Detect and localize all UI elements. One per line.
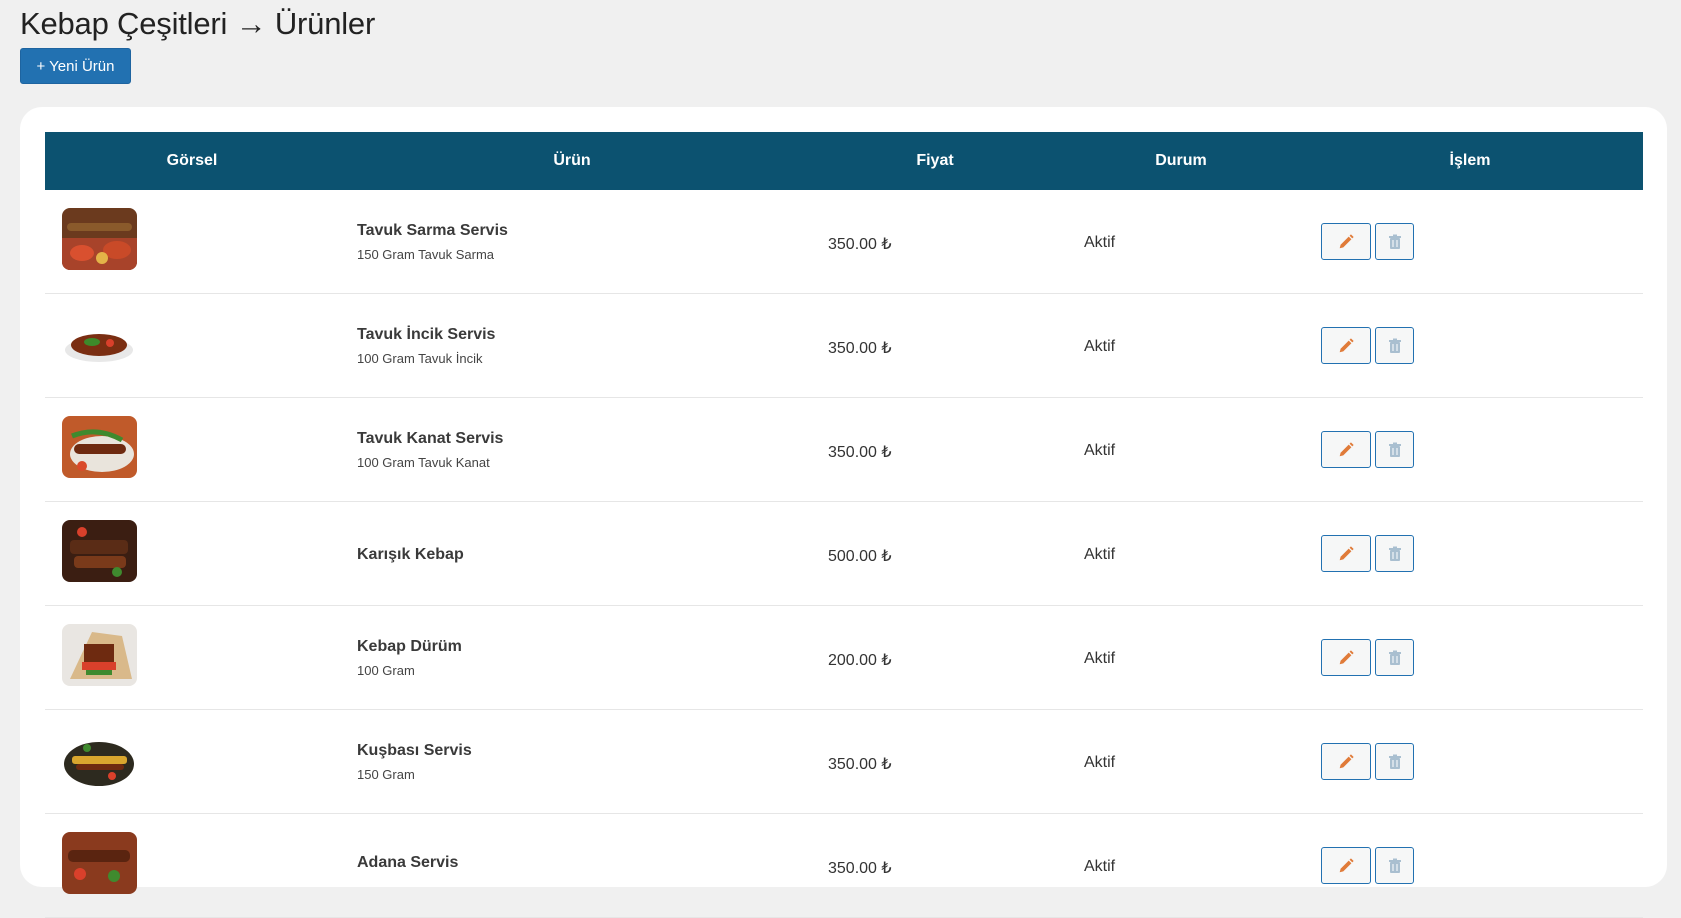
delete-button[interactable]: [1375, 431, 1414, 468]
edit-button[interactable]: [1321, 535, 1371, 572]
product-status: Aktif: [1084, 546, 1116, 563]
edit-button[interactable]: [1321, 431, 1371, 468]
table-row: Kuşbası Servis 150 Gram 350.00 ₺ Aktif: [45, 710, 1643, 814]
product-status: Aktif: [1084, 754, 1116, 771]
product-status: Aktif: [1084, 650, 1116, 667]
pencil-icon: [1339, 337, 1354, 352]
product-name: Adana Servis: [357, 854, 459, 871]
trash-icon: [1388, 754, 1401, 769]
product-image: [62, 624, 137, 686]
product-price: 350.00 ₺: [828, 860, 892, 877]
trash-icon: [1388, 442, 1401, 457]
pencil-icon: [1339, 233, 1354, 248]
table-row: Tavuk İncik Servis 100 Gram Tavuk İncik …: [45, 294, 1643, 398]
header-status: Durum: [1155, 152, 1207, 169]
header-image: Görsel: [166, 152, 218, 169]
pencil-icon: [1339, 545, 1354, 560]
product-price: 350.00 ₺: [828, 340, 892, 357]
product-image: [62, 312, 137, 374]
product-price: 350.00 ₺: [828, 236, 892, 253]
header-price: Fiyat: [916, 152, 954, 169]
pencil-icon: [1339, 441, 1354, 456]
product-image: [62, 520, 137, 582]
product-desc: 100 Gram Tavuk Kanat: [357, 455, 490, 470]
delete-button[interactable]: [1375, 639, 1414, 676]
product-status: Aktif: [1084, 858, 1116, 875]
header-action: İşlem: [1449, 152, 1491, 169]
table-row: Adana Servis 350.00 ₺ Aktif: [45, 814, 1643, 918]
product-name: Kebap Dürüm: [357, 638, 462, 655]
trash-icon: [1388, 650, 1401, 665]
product-price: 350.00 ₺: [828, 444, 892, 461]
product-name: Tavuk Sarma Servis: [357, 222, 508, 239]
product-status: Aktif: [1084, 234, 1116, 251]
product-desc: 150 Gram Tavuk Sarma: [357, 247, 495, 262]
edit-button[interactable]: [1321, 639, 1371, 676]
product-image: [62, 416, 137, 478]
table-header: Görsel Ürün Fiyat Durum İşlem: [45, 132, 1643, 190]
new-product-button[interactable]: + Yeni Ürün: [20, 48, 131, 84]
product-price: 200.00 ₺: [828, 652, 892, 669]
product-desc: 100 Gram: [357, 663, 415, 678]
pencil-icon: [1339, 753, 1354, 768]
trash-icon: [1388, 546, 1401, 561]
product-desc: 100 Gram Tavuk İncik: [357, 351, 483, 366]
product-status: Aktif: [1084, 338, 1116, 355]
table-row: Karışık Kebap 500.00 ₺ Aktif: [45, 502, 1643, 606]
product-status: Aktif: [1084, 442, 1116, 459]
edit-button[interactable]: [1321, 743, 1371, 780]
trash-icon: [1388, 338, 1401, 353]
product-name: Tavuk Kanat Servis: [357, 430, 504, 447]
header-product: Ürün: [553, 152, 591, 169]
delete-button[interactable]: [1375, 327, 1414, 364]
products-card: Görsel Ürün Fiyat Durum İşlem Tavuk Sarm…: [20, 107, 1667, 918]
product-desc: 150 Gram: [357, 767, 415, 782]
pencil-icon: [1339, 649, 1354, 664]
table-row: Kebap Dürüm 100 Gram 200.00 ₺ Aktif: [45, 606, 1643, 710]
products-table: Görsel Ürün Fiyat Durum İşlem Tavuk Sarm…: [45, 132, 1643, 918]
edit-button[interactable]: [1321, 327, 1371, 364]
delete-button[interactable]: [1375, 535, 1414, 572]
product-image: [62, 728, 137, 790]
product-name: Karışık Kebap: [357, 546, 464, 563]
edit-button[interactable]: [1321, 223, 1371, 260]
trash-icon: [1388, 234, 1401, 249]
page-title: Kebap Çeşitleri → Ürünler: [20, 6, 376, 41]
delete-button[interactable]: [1375, 743, 1414, 780]
product-name: Kuşbası Servis: [357, 742, 472, 759]
delete-button[interactable]: [1375, 223, 1414, 260]
product-image: [62, 832, 137, 894]
table-row: Tavuk Kanat Servis 100 Gram Tavuk Kanat …: [45, 398, 1643, 502]
product-image: [62, 208, 137, 270]
product-price: 500.00 ₺: [828, 548, 892, 565]
product-name: Tavuk İncik Servis: [357, 326, 496, 343]
table-row: Tavuk Sarma Servis 150 Gram Tavuk Sarma …: [45, 190, 1643, 294]
product-price: 350.00 ₺: [828, 756, 892, 773]
